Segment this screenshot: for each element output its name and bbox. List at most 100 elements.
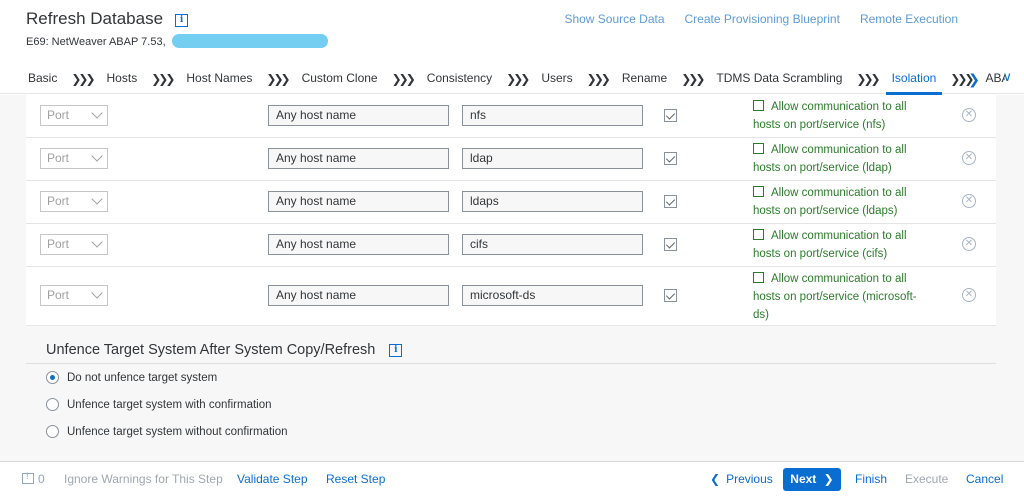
table-row: Port Any host name ldaps Allow communica… — [26, 181, 996, 224]
page-title: Refresh Database — [26, 9, 164, 28]
radio-selected-icon — [46, 371, 59, 384]
info-icon[interactable]: i — [175, 14, 189, 27]
table-row: Port Any host name nfs Allow communicati… — [26, 95, 996, 138]
radio-do-not-unfence[interactable]: Do not unfence target system — [46, 371, 217, 384]
allow-line-2: hosts on port/service (cifs) — [753, 248, 888, 260]
rule-type-select[interactable]: Port — [40, 148, 108, 169]
host-name-input[interactable]: Any host name — [268, 285, 449, 306]
rule-checkbox[interactable] — [664, 238, 677, 251]
content-area: Port Any host name nfs Allow communicati… — [0, 95, 1024, 461]
create-provisioning-blueprint-link[interactable]: Create Provisioning Blueprint — [685, 12, 840, 26]
allow-communication-text: Allow communication to all hosts on port/… — [753, 141, 933, 177]
finish-button[interactable]: Finish — [855, 472, 887, 486]
reset-step-button[interactable]: Reset Step — [326, 472, 385, 486]
section-divider — [26, 363, 996, 364]
info-icon[interactable]: i — [389, 343, 403, 357]
tab-basic[interactable]: Basic — [28, 64, 57, 94]
allow-line-3: ds) — [753, 309, 769, 321]
chevron-down-icon — [91, 107, 103, 119]
allow-communication-text: Allow communication to all hosts on port/… — [753, 270, 933, 324]
chevron-right-icon: ❯❯❯ — [266, 71, 290, 86]
checkbox-outline-icon — [753, 229, 764, 240]
rule-type-select[interactable]: Port — [40, 285, 108, 306]
chevron-down-icon — [91, 287, 103, 299]
message-count: 0 — [38, 472, 45, 486]
tab-hosts[interactable]: Hosts — [107, 64, 138, 94]
host-name-input[interactable]: Any host name — [268, 191, 449, 212]
chevron-down-icon — [91, 236, 103, 248]
rule-type-value: Port — [47, 151, 70, 165]
rule-type-select[interactable]: Port — [40, 191, 108, 212]
table-row: Port Any host name microsoft-ds Allow co… — [26, 267, 996, 325]
rule-checkbox[interactable] — [664, 152, 677, 165]
service-input[interactable]: ldaps — [462, 191, 643, 212]
next-button[interactable]: Next ❯ — [783, 468, 841, 491]
unfence-title-text: Unfence Target System After System Copy/… — [46, 342, 376, 358]
rule-type-select[interactable]: Port — [40, 105, 108, 126]
service-input[interactable]: ldap — [462, 148, 643, 169]
allow-line-1: Allow communication to all — [771, 101, 907, 113]
service-input[interactable]: cifs — [462, 234, 643, 255]
rule-checkbox[interactable] — [664, 195, 677, 208]
message-icon — [22, 471, 34, 484]
tab-users[interactable]: Users — [541, 64, 572, 94]
delete-row-icon[interactable]: ✕ — [962, 194, 976, 208]
delete-row-icon[interactable]: ✕ — [962, 288, 976, 302]
tab-overflow-menu-icon[interactable]: ∨ — [1002, 69, 1012, 85]
tab-scroll-right-icon[interactable]: ❯ — [968, 71, 980, 88]
checkbox-outline-icon — [753, 186, 764, 197]
tab-rename[interactable]: Rename — [622, 64, 667, 94]
show-source-data-link[interactable]: Show Source Data — [564, 12, 664, 26]
host-name-input[interactable]: Any host name — [268, 148, 449, 169]
footer-bar: 0 Ignore Warnings for This Step Validate… — [0, 461, 1024, 496]
chevron-left-icon: ❮ — [710, 472, 721, 486]
message-popover-button[interactable]: 0 — [22, 471, 45, 486]
service-input[interactable]: nfs — [462, 105, 643, 126]
allow-communication-text: Allow communication to all hosts on port/… — [753, 227, 933, 263]
host-name-input[interactable]: Any host name — [268, 105, 449, 126]
tab-tdms-data-scrambling[interactable]: TDMS Data Scrambling — [716, 64, 842, 94]
host-name-input[interactable]: Any host name — [268, 234, 449, 255]
step-tabs: Basic ❯❯❯ Hosts ❯❯❯ Host Names ❯❯❯ Custo… — [0, 64, 1024, 95]
remote-execution-link[interactable]: Remote Execution — [860, 12, 958, 26]
radio-unfence-without-confirmation[interactable]: Unfence target system without confirmati… — [46, 425, 288, 438]
radio-unselected-icon — [46, 425, 59, 438]
radio-unfence-with-confirmation[interactable]: Unfence target system with confirmation — [46, 398, 272, 411]
allow-line-2: hosts on port/service (nfs) — [753, 119, 886, 131]
chevron-down-icon — [91, 150, 103, 162]
allow-line-2: hosts on port/service (ldaps) — [753, 205, 898, 217]
rule-checkbox[interactable] — [664, 109, 677, 122]
rule-type-select[interactable]: Port — [40, 234, 108, 255]
tab-isolation[interactable]: Isolation — [885, 64, 942, 95]
radio-label: Unfence target system without confirmati… — [67, 425, 288, 438]
table-row: Port Any host name ldap Allow communicat… — [26, 138, 996, 181]
allow-line-2: hosts on port/service (microsoft- — [753, 291, 917, 303]
checkbox-outline-icon — [753, 143, 764, 154]
allow-line-1: Allow communication to all — [771, 187, 907, 199]
cancel-button[interactable]: Cancel — [966, 472, 1003, 486]
tab-host-names[interactable]: Host Names — [186, 64, 252, 94]
previous-button[interactable]: ❮ Previous — [710, 472, 773, 486]
execute-button[interactable]: Execute — [905, 472, 948, 486]
service-input[interactable]: microsoft-ds — [462, 285, 643, 306]
validate-step-button[interactable]: Validate Step — [237, 472, 308, 486]
previous-label: Previous — [726, 472, 773, 486]
tab-custom-clone[interactable]: Custom Clone — [302, 64, 378, 94]
radio-label: Unfence target system with confirmation — [67, 398, 272, 411]
chevron-right-icon: ❯ — [823, 472, 834, 486]
rule-type-value: Port — [47, 237, 70, 251]
chevron-right-icon: ❯❯❯ — [681, 71, 705, 86]
allow-line-2: hosts on port/service (ldap) — [753, 162, 892, 174]
delete-row-icon[interactable]: ✕ — [962, 108, 976, 122]
delete-row-icon[interactable]: ✕ — [962, 151, 976, 165]
checkbox-outline-icon — [753, 100, 764, 111]
tab-consistency[interactable]: Consistency — [427, 64, 492, 94]
ignore-warnings-button[interactable]: Ignore Warnings for This Step — [64, 472, 223, 486]
delete-row-icon[interactable]: ✕ — [962, 237, 976, 251]
header-links: Show Source Data Create Provisioning Blu… — [564, 12, 958, 26]
allow-communication-text: Allow communication to all hosts on port/… — [753, 98, 933, 134]
rule-checkbox[interactable] — [664, 289, 677, 302]
chevron-right-icon: ❯❯❯ — [71, 71, 95, 86]
allow-communication-text: Allow communication to all hosts on port/… — [753, 184, 933, 220]
rule-type-value: Port — [47, 108, 70, 122]
